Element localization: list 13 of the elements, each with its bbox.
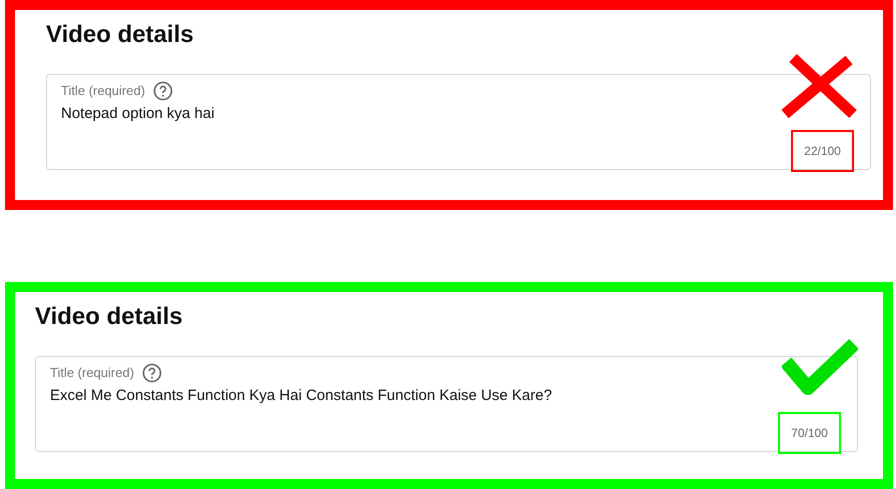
- title-field[interactable]: Title (required) Excel Me Constants Function Kya Hai Constants Function Kaise Use Kare? 70/100: [35, 356, 858, 452]
- field-value: Excel Me Constants Function Kya Hai Constants Function Kaise Use Kare?: [50, 386, 553, 406]
- character-counter: 70/100: [778, 412, 841, 454]
- field-label: Title (required): [50, 364, 134, 382]
- title-field[interactable]: Title (required) Notepad option kya hai 22/100: [46, 74, 871, 170]
- section-heading: Video details: [35, 302, 184, 332]
- help-icon[interactable]: [153, 81, 174, 101]
- section-heading: Video details: [46, 20, 195, 50]
- check-mark-icon: [782, 338, 858, 396]
- field-label: Title (required): [61, 82, 146, 100]
- field-value: Notepad option kya hai: [61, 104, 216, 124]
- help-icon[interactable]: [142, 363, 162, 383]
- character-counter: 22/100: [791, 130, 854, 172]
